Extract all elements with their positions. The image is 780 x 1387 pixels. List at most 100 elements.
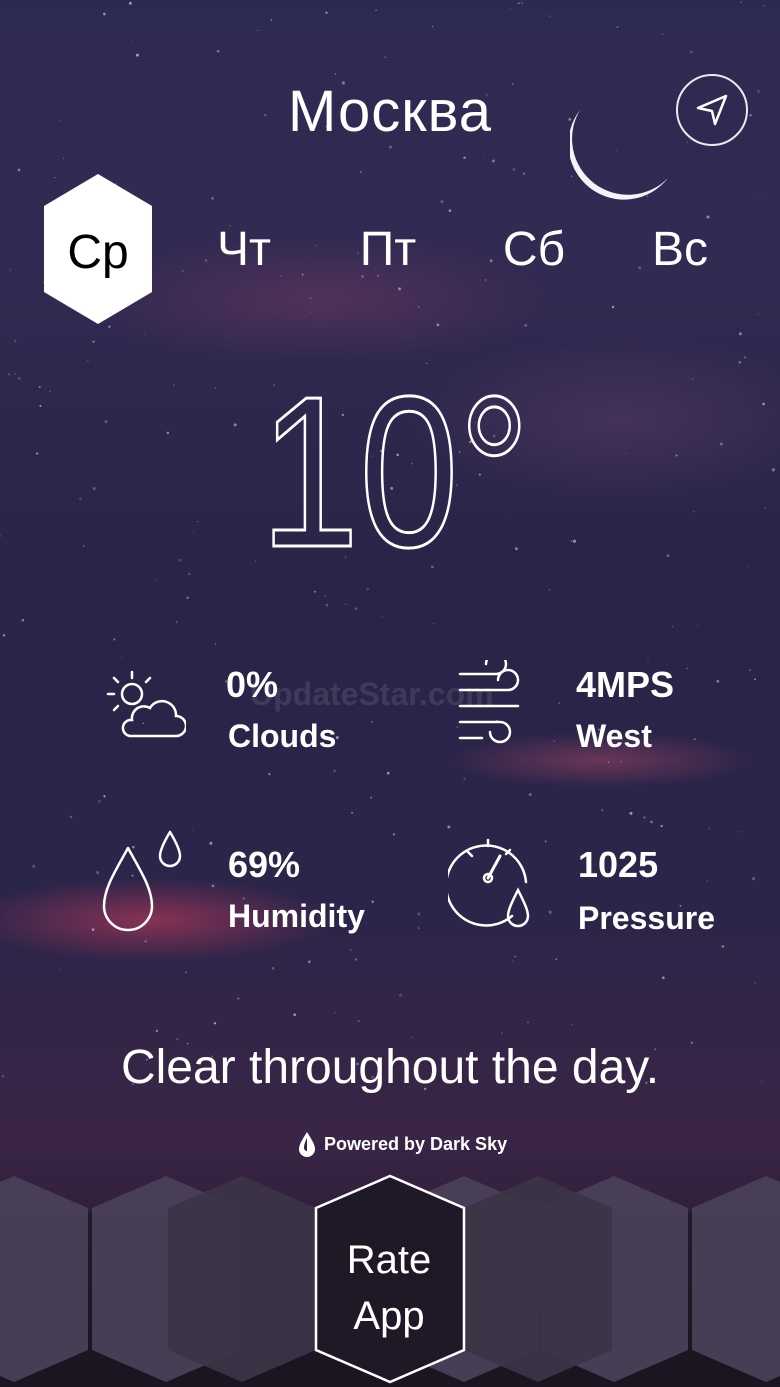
star bbox=[155, 579, 157, 582]
star bbox=[120, 657, 122, 659]
star bbox=[18, 377, 21, 380]
star bbox=[686, 667, 688, 670]
star bbox=[564, 351, 566, 353]
wind-speed-value: 4MPS bbox=[576, 664, 675, 705]
star bbox=[738, 361, 742, 364]
star bbox=[237, 997, 240, 1000]
star bbox=[375, 9, 377, 11]
star bbox=[643, 816, 646, 819]
star bbox=[721, 945, 725, 948]
star bbox=[108, 325, 111, 328]
temperature-display: 10° bbox=[260, 370, 532, 570]
dark-sky-logo-icon bbox=[299, 1132, 315, 1157]
day-tab-thu[interactable]: Чт bbox=[184, 222, 304, 277]
star bbox=[268, 772, 271, 776]
star bbox=[607, 761, 610, 764]
star bbox=[17, 168, 21, 172]
star bbox=[528, 793, 532, 797]
star bbox=[749, 669, 751, 671]
star bbox=[345, 603, 347, 605]
star bbox=[349, 949, 352, 952]
star bbox=[753, 678, 757, 681]
star bbox=[32, 864, 36, 868]
star bbox=[214, 643, 217, 645]
star bbox=[188, 572, 191, 576]
star bbox=[522, 172, 526, 175]
star bbox=[211, 196, 215, 200]
star bbox=[334, 1012, 336, 1014]
star bbox=[92, 487, 96, 491]
moon-icon bbox=[570, 110, 668, 200]
star bbox=[762, 5, 765, 7]
star bbox=[102, 12, 106, 16]
star bbox=[440, 200, 444, 203]
star bbox=[351, 811, 353, 814]
star bbox=[417, 912, 421, 916]
day-tab-fri[interactable]: Пт bbox=[328, 222, 448, 277]
star bbox=[113, 638, 116, 641]
star bbox=[91, 928, 95, 931]
star bbox=[255, 560, 257, 562]
day-tab-sun[interactable]: Вс bbox=[620, 222, 740, 277]
star bbox=[740, 1, 742, 3]
star bbox=[370, 796, 372, 799]
star bbox=[625, 452, 627, 454]
star bbox=[501, 1032, 503, 1034]
star bbox=[233, 423, 237, 427]
star bbox=[87, 360, 89, 362]
star bbox=[166, 431, 170, 435]
star bbox=[308, 960, 311, 964]
attribution[interactable]: Powered by Dark Sky bbox=[296, 1130, 507, 1158]
star bbox=[762, 402, 765, 406]
humidity-value: 69% bbox=[228, 844, 301, 885]
star bbox=[620, 761, 622, 763]
star bbox=[38, 386, 41, 388]
star bbox=[524, 324, 528, 327]
star bbox=[706, 215, 710, 219]
star bbox=[178, 558, 182, 562]
star bbox=[764, 507, 766, 509]
star bbox=[716, 679, 720, 683]
day-tab-active[interactable]: Ср bbox=[44, 174, 152, 324]
star bbox=[548, 589, 551, 591]
location-button[interactable] bbox=[676, 74, 748, 146]
rate-app-button[interactable]: Rate App bbox=[316, 1232, 462, 1344]
day-tab-sat[interactable]: Сб bbox=[474, 222, 594, 277]
star bbox=[131, 40, 133, 42]
star bbox=[696, 624, 698, 626]
star bbox=[747, 565, 749, 567]
star bbox=[463, 777, 466, 780]
star bbox=[270, 19, 273, 21]
star bbox=[661, 976, 665, 980]
weather-screen: Москва Ср Чт Пт Сб Вс 10° UpdateStar.com bbox=[0, 0, 780, 1387]
star bbox=[386, 771, 390, 775]
star bbox=[662, 33, 664, 35]
star bbox=[771, 468, 775, 472]
star bbox=[600, 808, 604, 812]
star bbox=[389, 145, 392, 149]
star bbox=[7, 373, 11, 376]
clouds-label: Clouds bbox=[228, 718, 337, 754]
star bbox=[555, 958, 558, 961]
star bbox=[759, 194, 761, 197]
star bbox=[257, 29, 259, 31]
star bbox=[381, 616, 384, 618]
star bbox=[309, 311, 311, 313]
star bbox=[751, 877, 756, 881]
star bbox=[209, 841, 213, 845]
star bbox=[155, 1029, 159, 1033]
star bbox=[35, 452, 39, 455]
star bbox=[186, 596, 189, 600]
star bbox=[2, 633, 6, 637]
star bbox=[411, 1036, 413, 1038]
star bbox=[144, 940, 147, 943]
star bbox=[436, 323, 440, 327]
star bbox=[426, 362, 428, 365]
star bbox=[370, 720, 373, 723]
star bbox=[192, 530, 194, 532]
star bbox=[708, 827, 710, 830]
star bbox=[0, 534, 2, 537]
star bbox=[392, 833, 396, 836]
day-tab-label: Ср bbox=[67, 226, 129, 279]
star bbox=[719, 442, 723, 446]
